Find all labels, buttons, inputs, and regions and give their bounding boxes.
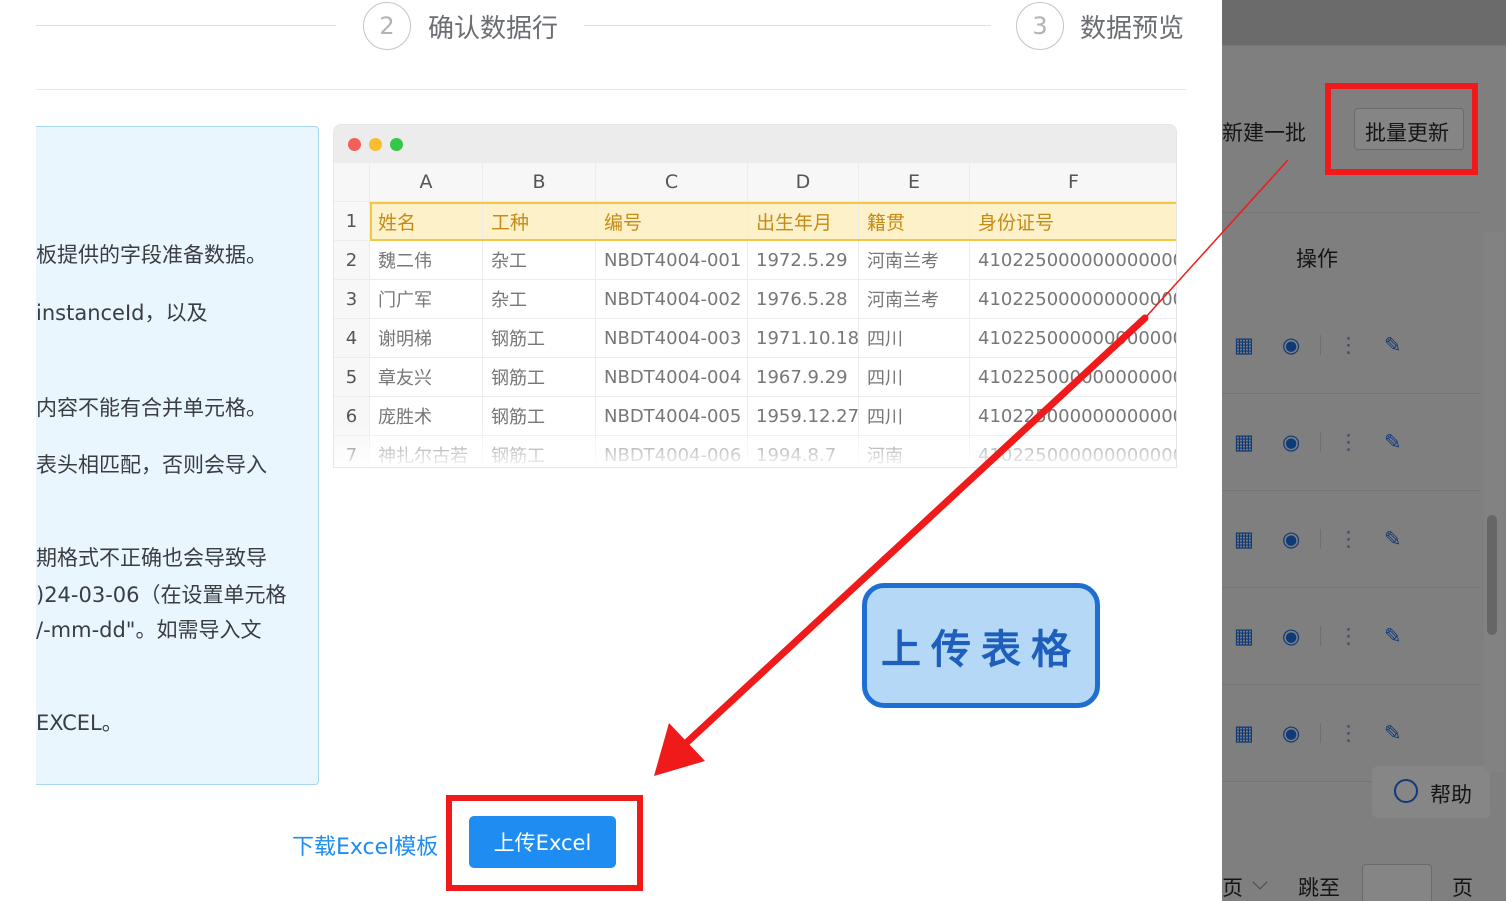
upload-callout: 上传表格 <box>862 583 1100 708</box>
annotation-arrows <box>0 0 1506 901</box>
thin-arrow-line <box>1145 160 1288 318</box>
screen: 2 确认数据行 3 数据预览 板提供的字段准备数据。 instanceId，以及… <box>0 0 1506 901</box>
